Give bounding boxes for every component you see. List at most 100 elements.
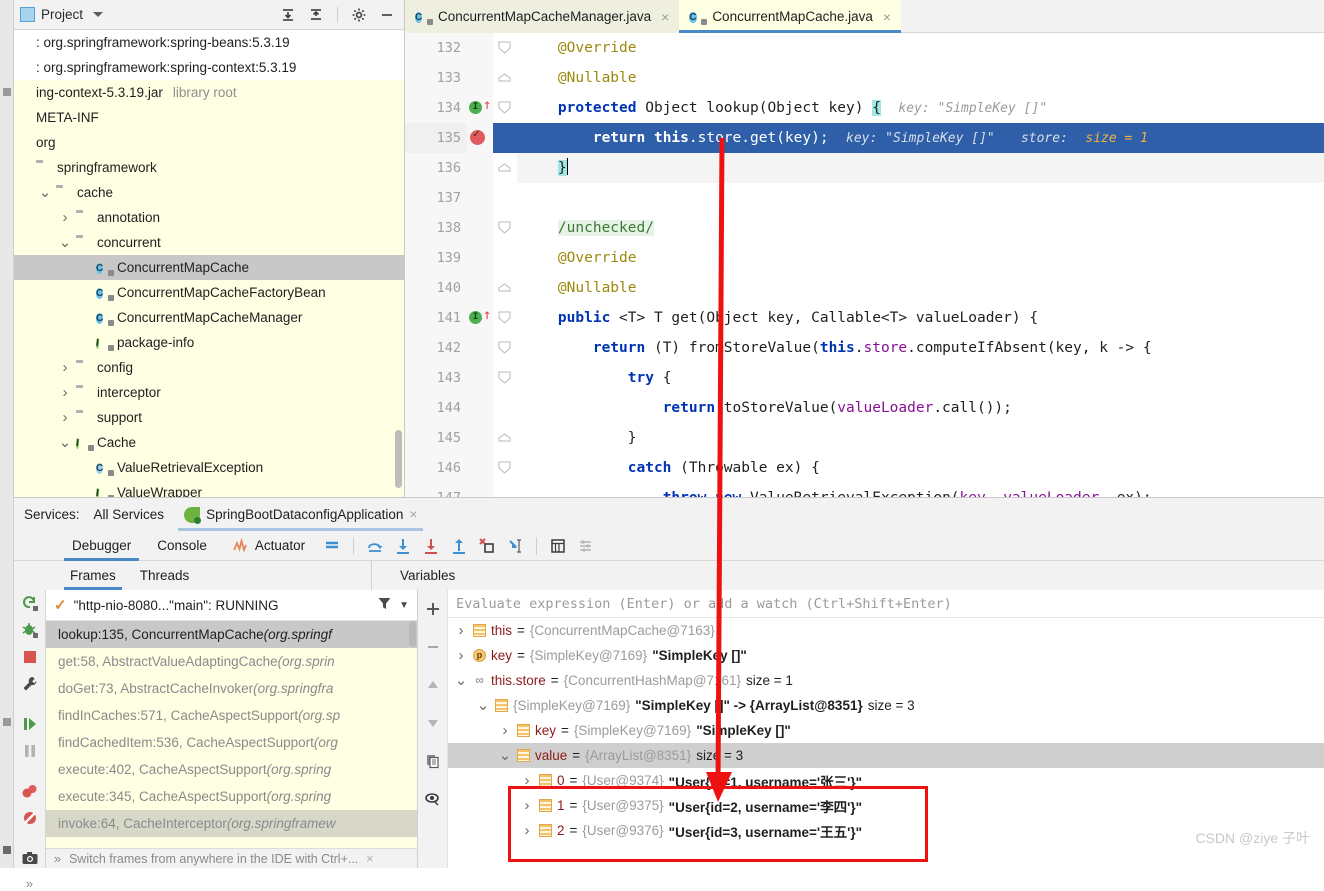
- frame-item[interactable]: execute:345, CacheAspectSupport (org.spr…: [46, 783, 417, 810]
- tree-item[interactable]: C ConcurrentMapCacheManager: [14, 305, 404, 330]
- fold-marker-icon[interactable]: [493, 453, 517, 483]
- editor-tab[interactable]: C ConcurrentMapCache.java ×: [679, 0, 902, 33]
- code-line[interactable]: 144 return toStoreValue(valueLoader.call…: [405, 393, 1324, 423]
- chevron-right-icon[interactable]: ›: [454, 622, 468, 639]
- expand-all-icon[interactable]: [277, 4, 299, 26]
- variable-row[interactable]: › 0 = {User@9374} "User{id=1, username='张…: [448, 768, 1324, 793]
- chevron-right-icon[interactable]: ›: [498, 722, 512, 739]
- chevron-down-icon[interactable]: ⌄: [58, 435, 72, 450]
- frame-item[interactable]: execute:402, CacheAspectSupport (org.spr…: [46, 756, 417, 783]
- tree-item[interactable]: C ConcurrentMapCacheFactoryBean: [14, 280, 404, 305]
- settings-icon[interactable]: [573, 533, 599, 559]
- fold-marker-icon[interactable]: [493, 153, 517, 183]
- tab-frames[interactable]: Frames: [60, 561, 126, 590]
- chevron-down-icon[interactable]: ⌄: [498, 748, 512, 763]
- code-line[interactable]: 134 I ↑ protected Object lookup(Object key…: [405, 93, 1324, 123]
- tree-item[interactable]: ing-context-5.3.19.jar library root: [14, 80, 404, 105]
- resume-icon[interactable]: [16, 715, 44, 733]
- rerun-icon[interactable]: [16, 594, 44, 612]
- fold-marker-icon[interactable]: [493, 303, 517, 333]
- run-to-cursor-icon[interactable]: [502, 533, 528, 559]
- fold-marker-icon[interactable]: [493, 93, 517, 123]
- mute-breakpoints-icon[interactable]: [319, 533, 345, 559]
- chevron-right-icon[interactable]: ›: [454, 647, 468, 664]
- variable-row[interactable]: › 1 = {User@9375} "User{id=2, username='李…: [448, 793, 1324, 818]
- frame-item[interactable]: lookup:135, ConcurrentMapCache (org.spri…: [46, 621, 417, 648]
- move-up-icon[interactable]: [420, 672, 446, 698]
- variable-row[interactable]: › key = {SimpleKey@7169} "SimpleKey []": [448, 718, 1324, 743]
- close-icon[interactable]: ×: [409, 507, 417, 522]
- tree-item[interactable]: C ValueRetrievalException: [14, 455, 404, 480]
- code-line[interactable]: 132 @Override: [405, 33, 1324, 63]
- close-icon[interactable]: ×: [883, 9, 891, 25]
- editor-tab[interactable]: C ConcurrentMapCacheManager.java ×: [405, 0, 680, 33]
- code-line[interactable]: 140 @Nullable: [405, 273, 1324, 303]
- step-over-icon[interactable]: [362, 533, 388, 559]
- code-line[interactable]: 136 }: [405, 153, 1324, 183]
- project-scrollbar[interactable]: [395, 430, 402, 488]
- code-editor[interactable]: 132 @Override 133 @Nullable 134 I ↑ protecte…: [405, 33, 1324, 497]
- tree-item[interactable]: › interceptor: [14, 380, 404, 405]
- code-line[interactable]: 137: [405, 183, 1324, 213]
- collapse-all-icon[interactable]: [305, 4, 327, 26]
- step-out-icon[interactable]: [446, 533, 472, 559]
- drop-frame-icon[interactable]: [474, 533, 500, 559]
- fold-marker-icon[interactable]: [493, 363, 517, 393]
- chevron-down-icon[interactable]: [93, 12, 104, 17]
- frames-hint-expand[interactable]: »: [54, 852, 61, 866]
- variable-row[interactable]: › p key = {SimpleKey@7169} "SimpleKey []": [448, 643, 1324, 668]
- code-line[interactable]: 139 @Override: [405, 243, 1324, 273]
- tree-item[interactable]: ⌄ I Cache: [14, 430, 404, 455]
- code-line[interactable]: 135 return this.store.get(key); key: "Si…: [405, 123, 1324, 153]
- tree-item[interactable]: › support: [14, 405, 404, 430]
- tree-item[interactable]: Ipackage-info: [14, 330, 404, 355]
- tree-item[interactable]: I ValueWrapper: [14, 480, 404, 497]
- chevron-right-icon[interactable]: ›: [520, 822, 534, 839]
- fold-marker-icon[interactable]: [493, 63, 517, 93]
- frames-scrollbar[interactable]: [409, 621, 416, 647]
- close-icon[interactable]: ×: [661, 9, 669, 25]
- force-step-into-icon[interactable]: [418, 533, 444, 559]
- code-line[interactable]: 141 I ↑ public <T> T get(Object key, Calla…: [405, 303, 1324, 333]
- tab-debugger[interactable]: Debugger: [60, 531, 143, 561]
- tree-item[interactable]: org: [14, 130, 404, 155]
- tree-item[interactable]: springframework: [14, 155, 404, 180]
- code-line[interactable]: 143 try {: [405, 363, 1324, 393]
- frames-list[interactable]: lookup:135, ConcurrentMapCache (org.spri…: [46, 621, 417, 837]
- variable-row[interactable]: ⌄ ∞ this.store = {ConcurrentHashMap@7161} …: [448, 668, 1324, 693]
- code-line[interactable]: 133 @Nullable: [405, 63, 1324, 93]
- chevron-right-icon[interactable]: ›: [58, 409, 72, 426]
- chevron-down-icon[interactable]: ⌄: [58, 235, 72, 250]
- tab-threads[interactable]: Threads: [130, 561, 200, 590]
- stop-icon[interactable]: [16, 648, 44, 666]
- chevron-down-icon[interactable]: ▼: [399, 600, 409, 611]
- all-services-tab[interactable]: All Services: [94, 507, 165, 522]
- pause-icon[interactable]: [16, 742, 44, 760]
- fold-marker-icon[interactable]: [493, 423, 517, 453]
- tree-item[interactable]: : org.springframework:spring-context:5.3…: [14, 55, 404, 80]
- frame-item[interactable]: findCachedItem:536, CacheAspectSupport (…: [46, 729, 417, 756]
- tree-item[interactable]: : org.springframework:spring-beans:5.3.1…: [14, 30, 404, 55]
- camera-icon[interactable]: [16, 849, 44, 867]
- tab-console[interactable]: Console: [145, 531, 219, 561]
- chevron-right-icon[interactable]: ›: [58, 359, 72, 376]
- tree-item[interactable]: › config: [14, 355, 404, 380]
- chevron-right-icon[interactable]: ›: [520, 797, 534, 814]
- breakpoint-icon[interactable]: [467, 123, 493, 153]
- tree-item[interactable]: ⌄ concurrent: [14, 230, 404, 255]
- step-into-icon[interactable]: [390, 533, 416, 559]
- mute-breakpoints-icon[interactable]: [16, 809, 44, 827]
- variable-row[interactable]: › 2 = {User@9376} "User{id=3, username='王…: [448, 818, 1324, 843]
- tree-item[interactable]: META-INF: [14, 105, 404, 130]
- hide-panel-icon[interactable]: [376, 4, 398, 26]
- wrench-icon[interactable]: [16, 675, 44, 693]
- variable-row[interactable]: › this = {ConcurrentMapCache@7163}: [448, 618, 1324, 643]
- tree-item[interactable]: C ConcurrentMapCache: [14, 255, 404, 280]
- fold-marker-icon[interactable]: [493, 273, 517, 303]
- chevron-down-icon[interactable]: ⌄: [38, 185, 52, 200]
- evaluate-expression-icon[interactable]: [545, 533, 571, 559]
- code-line[interactable]: 146 catch (Throwable ex) {: [405, 453, 1324, 483]
- project-tree[interactable]: : org.springframework:spring-beans:5.3.1…: [14, 30, 404, 497]
- chevron-right-icon[interactable]: ›: [58, 384, 72, 401]
- chevron-down-icon[interactable]: ⌄: [454, 673, 468, 688]
